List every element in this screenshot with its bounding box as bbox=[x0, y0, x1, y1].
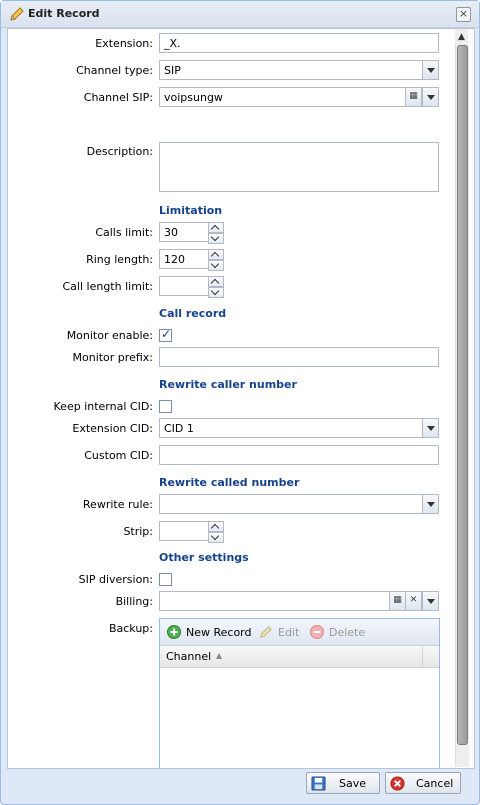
backup-label: Backup: bbox=[108, 622, 153, 635]
other-settings-heading: Other settings bbox=[159, 551, 249, 564]
column-header-filler bbox=[423, 646, 439, 668]
chevron-down-icon[interactable] bbox=[208, 532, 224, 543]
form-scrollbar[interactable] bbox=[455, 45, 469, 767]
keep-internal-cid-checkbox[interactable] bbox=[159, 400, 172, 413]
cancel-icon bbox=[390, 776, 405, 791]
channel-column-header[interactable]: Channel ▲ bbox=[160, 646, 423, 668]
channel-column-label: Channel bbox=[166, 650, 212, 663]
call-length-limit-field[interactable] bbox=[159, 276, 224, 298]
extension-cid-select[interactable]: CID 1 bbox=[159, 418, 439, 438]
pencil-icon bbox=[260, 626, 272, 638]
channel-sip-label: Channel SIP: bbox=[83, 91, 153, 104]
pencil-icon bbox=[10, 7, 24, 21]
delete-button[interactable]: Delete bbox=[329, 626, 365, 639]
floppy-disk-icon bbox=[311, 776, 326, 791]
custom-cid-label: Custom CID: bbox=[84, 449, 153, 462]
window-titlebar[interactable]: Edit Record × bbox=[1, 1, 479, 28]
channel-type-select[interactable]: SIP bbox=[159, 60, 439, 80]
calls-limit-label: Calls limit: bbox=[95, 226, 153, 239]
billing-label: Billing: bbox=[115, 595, 153, 608]
monitor-prefix-label: Monitor prefix: bbox=[72, 351, 154, 364]
extension-field[interactable]: _X. bbox=[159, 33, 439, 53]
window-title: Edit Record bbox=[28, 7, 100, 20]
new-record-button[interactable]: New Record bbox=[186, 626, 252, 639]
chevron-down-icon[interactable] bbox=[422, 591, 439, 611]
chevron-down-icon[interactable] bbox=[208, 260, 224, 271]
channel-type-value: SIP bbox=[164, 64, 181, 77]
form-panel: Extension: _X. Channel type: SIP Channel… bbox=[7, 28, 475, 769]
ring-length-value: 120 bbox=[164, 253, 185, 266]
table-picker-icon[interactable]: ▦ bbox=[405, 87, 422, 107]
monitor-enable-checkbox[interactable] bbox=[159, 327, 172, 342]
ring-length-label: Ring length: bbox=[86, 253, 153, 266]
rewrite-called-heading: Rewrite called number bbox=[159, 476, 300, 489]
backup-toolbar: New Record Edit Delete bbox=[160, 619, 439, 646]
keep-internal-cid-label: Keep internal CID: bbox=[53, 400, 153, 413]
chevron-up-icon[interactable] bbox=[208, 276, 224, 287]
chevron-down-icon[interactable] bbox=[422, 418, 439, 438]
save-label: Save bbox=[339, 777, 367, 790]
save-button[interactable]: Save bbox=[306, 772, 380, 794]
chevron-up-icon[interactable] bbox=[208, 249, 224, 260]
edit-record-window: Edit Record × Extension: _X. Channel typ… bbox=[0, 0, 480, 805]
sort-asc-icon: ▲ bbox=[216, 651, 223, 660]
description-label: Description: bbox=[86, 145, 153, 158]
description-textarea[interactable] bbox=[159, 142, 439, 192]
delete-icon bbox=[310, 625, 324, 639]
table-picker-icon[interactable]: ▦ bbox=[389, 591, 406, 611]
limitation-heading: Limitation bbox=[159, 204, 223, 217]
chevron-down-icon[interactable] bbox=[422, 60, 439, 80]
channel-sip-value: voipsungw bbox=[164, 91, 223, 104]
chevron-up-icon[interactable] bbox=[208, 521, 224, 532]
rewrite-caller-heading: Rewrite caller number bbox=[159, 378, 297, 391]
strip-field[interactable] bbox=[159, 521, 224, 543]
calls-limit-spinner[interactable] bbox=[208, 222, 225, 244]
rewrite-rule-label: Rewrite rule: bbox=[82, 498, 153, 511]
extension-cid-value: CID 1 bbox=[164, 422, 194, 435]
backup-grid: New Record Edit Delete Channel ▲ bbox=[159, 618, 440, 768]
calls-limit-value: 30 bbox=[164, 226, 178, 239]
add-icon bbox=[167, 625, 181, 639]
channel-type-label: Channel type: bbox=[76, 64, 153, 77]
ring-length-field[interactable]: 120 bbox=[159, 249, 224, 271]
chevron-down-icon[interactable] bbox=[422, 494, 439, 514]
scroll-up-arrow-icon[interactable]: ▲ bbox=[455, 29, 468, 45]
monitor-prefix-field[interactable] bbox=[159, 347, 439, 367]
strip-spinner[interactable] bbox=[208, 521, 225, 543]
call-length-limit-spinner[interactable] bbox=[208, 276, 225, 298]
calls-limit-field[interactable]: 30 bbox=[159, 222, 224, 244]
edit-button[interactable]: Edit bbox=[278, 626, 299, 639]
channel-sip-select[interactable]: voipsungw ▦ bbox=[159, 87, 439, 107]
call-record-heading: Call record bbox=[159, 307, 227, 320]
cancel-label: Cancel bbox=[416, 777, 454, 790]
call-length-limit-label: Call length limit: bbox=[62, 280, 154, 293]
sip-diversion-label: SIP diversion: bbox=[78, 573, 153, 586]
close-button[interactable]: × bbox=[456, 7, 471, 22]
billing-select[interactable]: ▦ ✕ bbox=[159, 591, 439, 611]
custom-cid-field[interactable] bbox=[159, 445, 439, 465]
chevron-down-icon[interactable] bbox=[208, 233, 224, 244]
rewrite-rule-select[interactable] bbox=[159, 494, 439, 514]
extension-label: Extension: bbox=[95, 37, 153, 50]
clear-icon[interactable]: ✕ bbox=[405, 591, 422, 611]
monitor-enable-label: Monitor enable: bbox=[66, 329, 153, 342]
chevron-down-icon[interactable] bbox=[422, 87, 439, 107]
ring-length-spinner[interactable] bbox=[208, 249, 225, 271]
chevron-down-icon[interactable] bbox=[208, 287, 224, 298]
strip-label: Strip: bbox=[123, 525, 153, 538]
cancel-button[interactable]: Cancel bbox=[385, 772, 461, 794]
scrollbar-thumb[interactable] bbox=[457, 45, 468, 745]
extension-cid-label: Extension CID: bbox=[72, 422, 153, 435]
sip-diversion-checkbox[interactable] bbox=[159, 573, 172, 586]
chevron-up-icon[interactable] bbox=[208, 222, 224, 233]
